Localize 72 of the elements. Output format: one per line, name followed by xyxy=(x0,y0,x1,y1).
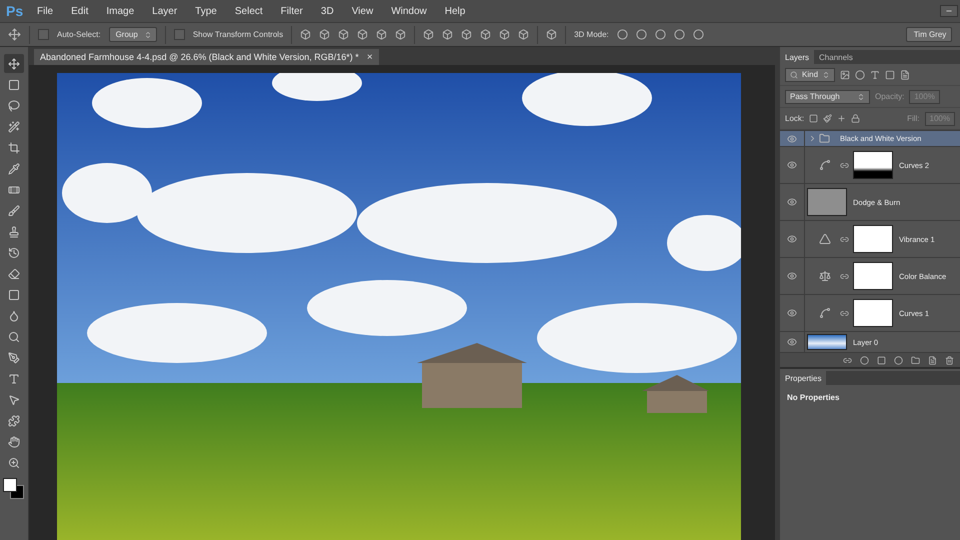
lock-position-icon[interactable] xyxy=(837,114,846,123)
move-tool-icon[interactable] xyxy=(4,54,24,73)
new-group-icon[interactable] xyxy=(911,356,920,364)
panel-tab[interactable]: Properties xyxy=(780,371,826,385)
eye-icon[interactable] xyxy=(787,160,797,170)
lock-icon[interactable] xyxy=(851,114,860,123)
color-swatches-icon[interactable] xyxy=(3,478,25,500)
link-icon xyxy=(840,272,849,280)
fill-label: Fill: xyxy=(907,114,920,123)
auto-select-label: Auto-Select: xyxy=(57,30,101,39)
menu-item[interactable]: Type xyxy=(186,6,226,16)
trash-icon[interactable] xyxy=(945,356,954,364)
mask-thumbnail xyxy=(853,225,893,253)
shape-filter-icon[interactable] xyxy=(885,70,896,80)
close-button[interactable]: × xyxy=(366,52,373,62)
document-tab[interactable]: Abandoned Farmhouse 4-4.psd @ 26.6% (Black and White Version, RGB/16*) * × xyxy=(34,49,379,65)
lock-label: Lock: xyxy=(785,114,804,123)
layer-thumbnail xyxy=(807,188,847,216)
blend-mode-dropdown[interactable]: Pass Through xyxy=(785,90,870,104)
eye-icon[interactable] xyxy=(787,134,797,144)
menu-item[interactable]: 3D xyxy=(312,6,343,16)
eye-icon[interactable] xyxy=(787,271,797,281)
panel-tab[interactable]: Layers xyxy=(780,50,814,64)
link-icon xyxy=(840,308,849,318)
menu-item[interactable]: Filter xyxy=(272,6,312,16)
link-icon xyxy=(840,234,849,244)
menu-item[interactable]: Window xyxy=(382,6,436,16)
link-layers-icon[interactable] xyxy=(843,356,852,364)
properties-message: No Properties xyxy=(786,392,840,404)
mask-thumbnail xyxy=(853,299,893,327)
target-dropdown[interactable]: Group xyxy=(108,27,157,42)
type-filter-icon[interactable] xyxy=(870,70,880,80)
link-icon xyxy=(840,160,849,170)
filter-dropdown[interactable]: Kind xyxy=(785,68,836,82)
mask-thumbnail xyxy=(853,151,893,179)
lock-paint-icon[interactable] xyxy=(823,114,832,123)
opacity-label: Opacity: xyxy=(875,92,904,101)
app-logo: Ps xyxy=(6,2,24,20)
smart-object-filter-icon[interactable] xyxy=(900,70,910,80)
curves-icon xyxy=(819,307,831,319)
stepper-icon xyxy=(857,92,865,100)
layer-thumbnail xyxy=(807,334,847,350)
workspace-dropdown[interactable]: Tim Grey xyxy=(906,27,952,42)
transform-controls-checkbox[interactable] xyxy=(174,29,185,40)
mask-thumbnail xyxy=(853,262,893,290)
eye-icon[interactable] xyxy=(787,308,797,318)
menu-item[interactable]: View xyxy=(342,6,382,16)
menu-item[interactable]: Edit xyxy=(62,6,98,16)
pixel-filter-icon[interactable] xyxy=(840,70,850,80)
menu-item[interactable]: Layer xyxy=(143,6,186,16)
folder-icon xyxy=(819,133,830,144)
menu-item[interactable]: Help xyxy=(436,6,474,16)
stepper-icon xyxy=(144,30,152,38)
minimize-button[interactable] xyxy=(940,5,958,17)
new-layer-icon[interactable] xyxy=(928,356,937,364)
menu-item[interactable]: Select xyxy=(226,6,272,16)
panel-tab[interactable]: Channels xyxy=(814,50,858,64)
menu-item[interactable]: File xyxy=(28,6,62,16)
document-title: Abandoned Farmhouse 4-4.psd @ 26.6% (Black and White Version, RGB/16*) * xyxy=(40,52,359,62)
triangle-icon xyxy=(819,233,831,245)
search-icon xyxy=(790,70,798,78)
3d-mode-label: 3D Mode: xyxy=(574,30,609,39)
move-tool-icon[interactable] xyxy=(8,28,21,41)
transform-controls-label: Show Transform Controls xyxy=(192,30,284,39)
eye-icon[interactable] xyxy=(787,337,797,347)
eye-icon[interactable] xyxy=(787,234,797,244)
curves-icon xyxy=(819,159,831,171)
auto-select-checkbox[interactable] xyxy=(38,29,49,40)
menu-item[interactable]: Image xyxy=(97,6,144,16)
stepper-icon xyxy=(822,70,830,78)
scales-icon xyxy=(819,270,831,282)
eye-icon[interactable] xyxy=(787,197,797,207)
